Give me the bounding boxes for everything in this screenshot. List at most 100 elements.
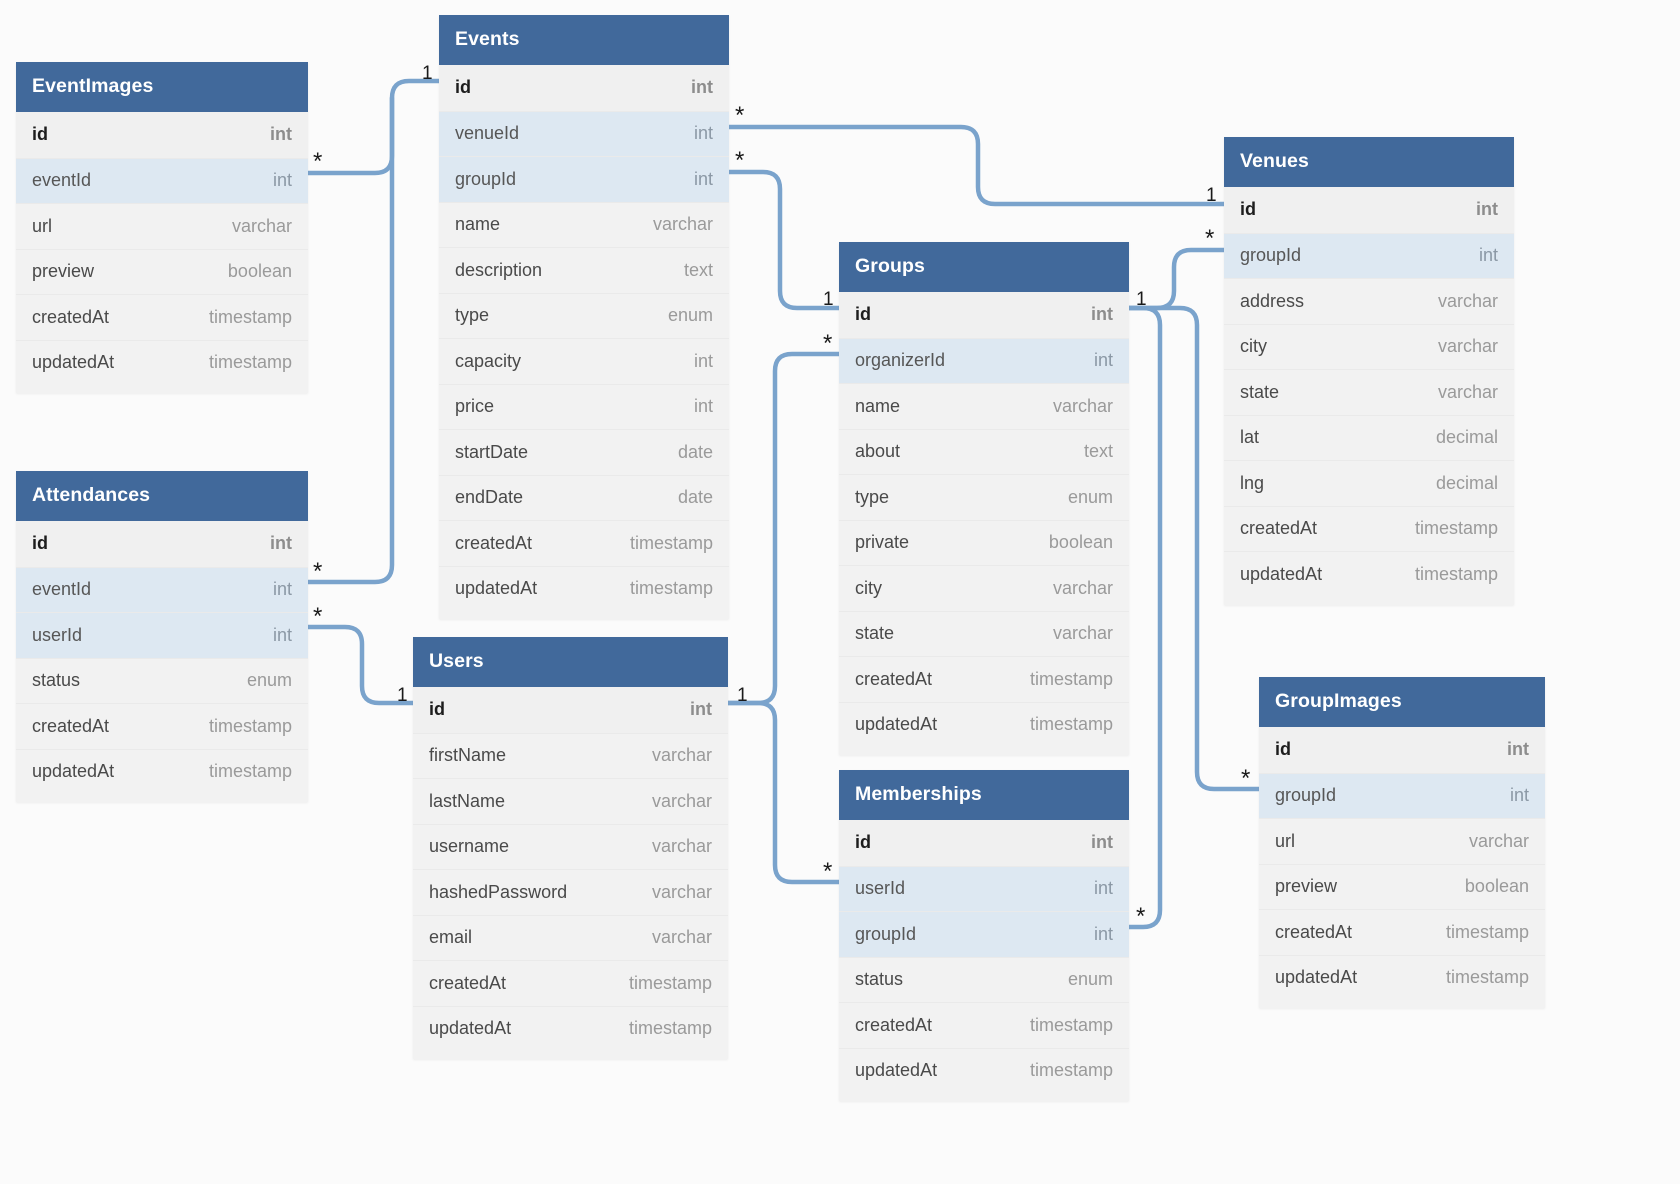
table-row[interactable]: updatedAt timestamp [1224, 551, 1514, 597]
table-row[interactable]: username varchar [413, 823, 728, 870]
field-type: int [1091, 304, 1113, 325]
field-type: boolean [227, 261, 292, 282]
table-row[interactable]: id int [413, 687, 728, 733]
field-type: timestamp [208, 352, 292, 373]
field-type: text [1083, 441, 1113, 462]
field-name: preview [32, 261, 95, 282]
table-eventimages[interactable]: EventImages id int eventId int url varchar prev… [16, 62, 308, 393]
table-row[interactable]: createdAt timestamp [439, 520, 729, 566]
table-row[interactable]: updatedAt timestamp [16, 748, 308, 795]
field-type: varchar [1437, 381, 1498, 402]
table-row[interactable]: groupId int [1259, 772, 1545, 818]
table-row[interactable]: state varchar [839, 610, 1129, 657]
table-row[interactable]: status enum [16, 657, 308, 704]
table-row[interactable]: id int [16, 521, 308, 567]
table-row[interactable]: groupId int [1224, 232, 1514, 278]
table-row[interactable]: id int [839, 292, 1129, 338]
field-name: name [455, 214, 501, 235]
table-groupimages[interactable]: GroupImages id int groupId int url varchar prev… [1259, 677, 1545, 1008]
table-row[interactable]: price int [439, 383, 729, 430]
table-row[interactable]: email varchar [413, 914, 728, 961]
cardinality-mark: * [313, 148, 323, 175]
table-row[interactable]: groupId int [439, 156, 729, 202]
table-row[interactable]: id int [1224, 187, 1514, 233]
table-row[interactable]: updatedAt timestamp [1259, 954, 1545, 1001]
field-type: int [270, 124, 292, 145]
table-venues[interactable]: Venues id int groupId int address varchar city v… [1224, 137, 1514, 605]
table-row[interactable]: lat decimal [1224, 414, 1514, 461]
field-name: about [855, 441, 901, 462]
table-row[interactable]: createdAt timestamp [1224, 505, 1514, 552]
table-row[interactable]: hashedPassword varchar [413, 869, 728, 915]
table-groups[interactable]: Groups id int organizerId int name varchar abou… [839, 242, 1129, 755]
table-row[interactable]: updatedAt timestamp [839, 701, 1129, 748]
table-row[interactable]: groupId int [839, 911, 1129, 957]
table-row[interactable]: createdAt timestamp [839, 1002, 1129, 1048]
table-row[interactable]: lng decimal [1224, 460, 1514, 506]
table-row[interactable]: capacity int [439, 338, 729, 384]
table-row[interactable]: type enum [839, 474, 1129, 520]
relationship-line [725, 351, 842, 706]
table-row[interactable]: updatedAt timestamp [16, 339, 308, 386]
table-row[interactable]: state varchar [1224, 369, 1514, 415]
table-row[interactable]: description text [439, 247, 729, 293]
table-events[interactable]: Events id int venueId int groupId int name varch… [439, 15, 729, 619]
table-row[interactable]: userId int [16, 612, 308, 658]
field-name: type [455, 305, 490, 326]
field-type: int [1509, 785, 1529, 806]
table-row[interactable]: updatedAt timestamp [839, 1047, 1129, 1094]
table-row[interactable]: name varchar [839, 383, 1129, 429]
field-name: createdAt [429, 972, 507, 993]
table-row[interactable]: url varchar [16, 203, 308, 249]
table-row[interactable]: eventId int [16, 566, 308, 612]
table-attendances[interactable]: Attendances id int eventId int userId int statu… [16, 471, 308, 802]
table-row[interactable]: preview boolean [16, 248, 308, 295]
table-row[interactable]: id int [439, 65, 729, 111]
field-name: eventId [32, 170, 92, 191]
table-row[interactable]: id int [1259, 727, 1545, 773]
table-row[interactable]: venueId int [439, 110, 729, 156]
table-row[interactable]: createdAt timestamp [1259, 909, 1545, 955]
table-users[interactable]: Users id int firstName varchar lastName varcha… [413, 637, 728, 1059]
table-row[interactable]: eventId int [16, 157, 308, 203]
field-type: varchar [651, 790, 712, 811]
table-row[interactable]: status enum [839, 956, 1129, 1003]
table-row[interactable]: userId int [839, 865, 1129, 911]
field-name: id [1275, 739, 1291, 760]
table-title: Groups [839, 242, 1129, 292]
table-row[interactable]: createdAt timestamp [16, 703, 308, 749]
field-name: state [855, 623, 895, 644]
table-row[interactable]: createdAt timestamp [16, 294, 308, 340]
table-row[interactable]: lastName varchar [413, 778, 728, 824]
cardinality-mark: * [313, 558, 323, 585]
table-row[interactable]: city varchar [1224, 323, 1514, 370]
table-row[interactable]: updatedAt timestamp [413, 1005, 728, 1052]
table-row[interactable]: updatedAt timestamp [439, 565, 729, 612]
table-row[interactable]: id int [16, 112, 308, 158]
table-row[interactable]: id int [839, 820, 1129, 866]
field-name: id [429, 699, 445, 720]
table-row[interactable]: createdAt timestamp [839, 656, 1129, 702]
field-type: int [691, 77, 713, 98]
table-row[interactable]: endDate date [439, 474, 729, 521]
table-memberships[interactable]: Memberships id int userId int groupId int statu… [839, 770, 1129, 1101]
field-name: organizerId [855, 350, 946, 371]
field-name: createdAt [32, 306, 110, 327]
field-name: updatedAt [455, 578, 538, 599]
field-type: boolean [1464, 876, 1529, 897]
table-row[interactable]: url varchar [1259, 818, 1545, 864]
table-row[interactable]: preview boolean [1259, 863, 1545, 910]
table-row[interactable]: type enum [439, 292, 729, 339]
field-type: timestamp [628, 1018, 712, 1039]
table-row[interactable]: startDate date [439, 429, 729, 475]
cardinality-mark: * [1241, 765, 1251, 792]
table-row[interactable]: firstName varchar [413, 732, 728, 779]
table-row[interactable]: name varchar [439, 201, 729, 248]
table-row[interactable]: createdAt timestamp [413, 960, 728, 1006]
table-row[interactable]: about text [839, 428, 1129, 475]
table-row[interactable]: private boolean [839, 519, 1129, 566]
table-row[interactable]: city varchar [839, 565, 1129, 611]
cardinality-mark: * [735, 102, 745, 129]
table-row[interactable]: address varchar [1224, 278, 1514, 324]
table-row[interactable]: organizerId int [839, 337, 1129, 383]
